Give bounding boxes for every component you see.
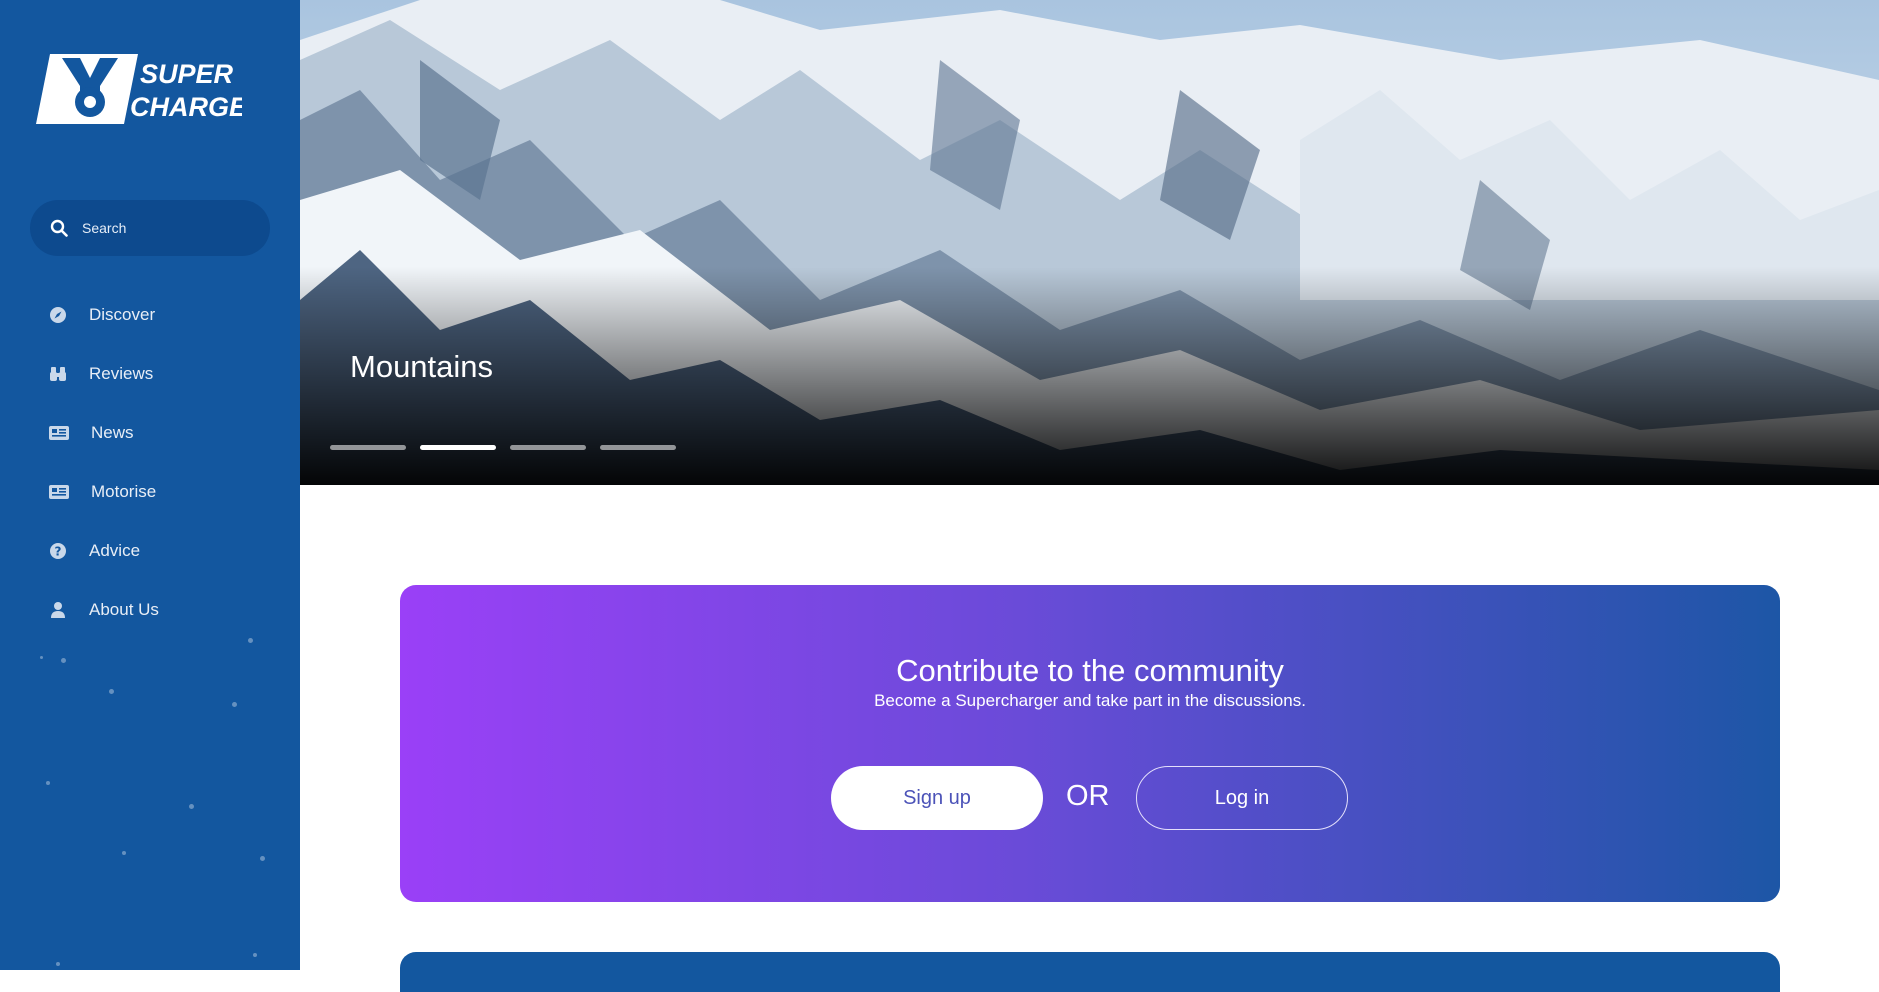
sidebar-item-about-us[interactable]: About Us	[0, 580, 300, 639]
sidebar-item-reviews[interactable]: Reviews	[0, 344, 300, 403]
cta-subtitle: Become a Supercharger and take part in t…	[874, 691, 1306, 710]
svg-text:?: ?	[55, 544, 62, 558]
sidebar-item-advice[interactable]: ? Advice	[0, 521, 300, 580]
question-circle-icon: ?	[49, 542, 67, 560]
newspaper-icon	[49, 483, 69, 501]
carousel-indicator-3[interactable]	[510, 445, 586, 450]
slide-title: Mountains	[350, 349, 494, 384]
newspaper-icon	[49, 424, 69, 442]
sidebar-item-news[interactable]: News	[0, 403, 300, 462]
community-cta-card: Contribute to the community Become a Sup…	[400, 585, 1780, 902]
hero-carousel[interactable]: Mountains	[300, 0, 1879, 485]
carousel-indicator-2[interactable]	[420, 445, 496, 450]
sign-up-button[interactable]: Sign up	[831, 766, 1043, 830]
search-icon	[50, 219, 68, 237]
logo-text: SUPER CHARGED	[130, 59, 267, 122]
sidebar: SUPER CHARGED Discover Reviews	[0, 0, 300, 970]
svg-text:SUPER: SUPER	[140, 59, 234, 89]
search-bar[interactable]	[30, 200, 270, 256]
compass-icon	[49, 306, 67, 324]
next-section-card	[400, 952, 1780, 992]
sidebar-item-discover[interactable]: Discover	[0, 285, 300, 344]
log-in-button[interactable]: Log in	[1136, 766, 1348, 830]
sidebar-item-label: About Us	[89, 599, 159, 619]
cta-title: Contribute to the community	[896, 653, 1284, 688]
carousel-indicator-4[interactable]	[600, 445, 676, 450]
sidebar-item-label: Reviews	[89, 363, 154, 383]
sidebar-nav: Discover Reviews News Motorise ? Advice	[0, 285, 300, 639]
supercharged-logo-icon: SUPER CHARGED	[36, 54, 267, 124]
or-separator: OR	[1066, 780, 1110, 812]
sidebar-item-label: Advice	[89, 540, 141, 560]
user-icon	[49, 601, 67, 619]
sidebar-item-label: Discover	[89, 304, 156, 324]
sidebar-item-label: Motorise	[91, 481, 157, 501]
brand-logo[interactable]: SUPER CHARGED	[36, 52, 267, 126]
mountain-image	[300, 0, 1879, 485]
sidebar-item-label: News	[91, 422, 134, 442]
carousel-indicator-1[interactable]	[330, 445, 406, 450]
sidebar-item-motorise[interactable]: Motorise	[0, 462, 300, 521]
carousel-indicators	[330, 445, 676, 450]
binoculars-icon	[49, 365, 67, 383]
svg-text:CHARGED: CHARGED	[130, 92, 242, 122]
search-input[interactable]	[80, 219, 254, 237]
